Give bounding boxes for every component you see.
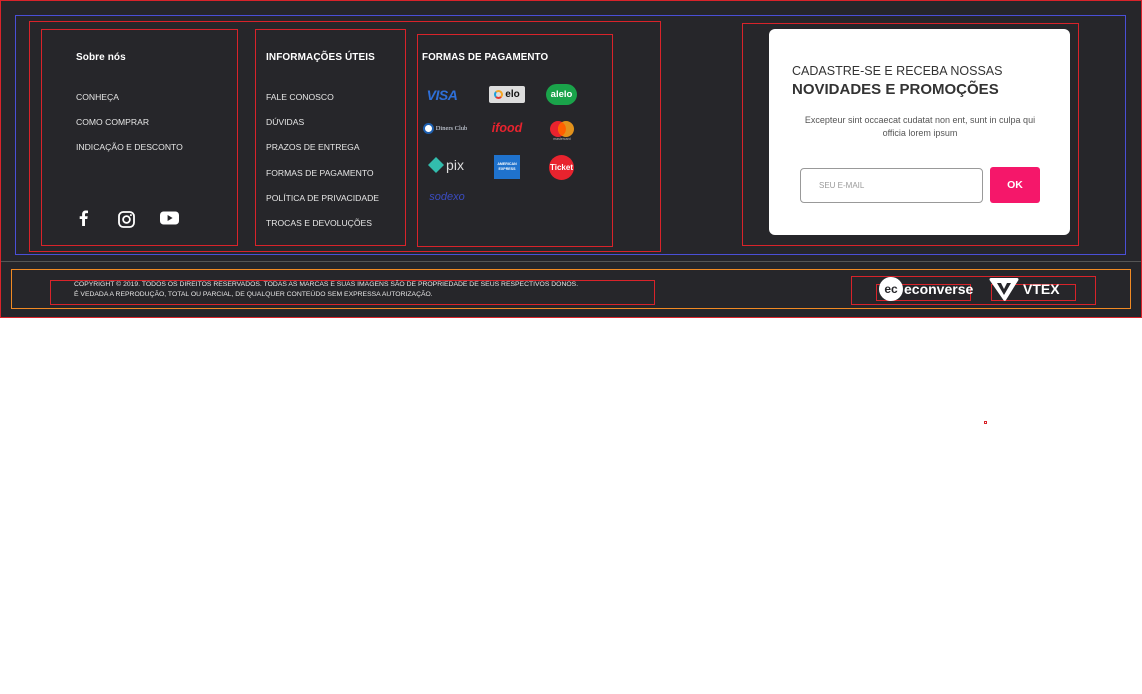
american-express-icon: AMERICAN EXPRESS xyxy=(494,155,520,179)
pix-icon: pix xyxy=(422,155,470,175)
newsletter-submit-button[interactable]: OK xyxy=(990,167,1040,203)
copyright-line1: COPYRIGHT © 2019. TODOS OS DIREITOS RESE… xyxy=(74,281,579,288)
ticket-icon: Ticket xyxy=(549,155,574,180)
link-trocas-devolucoes[interactable]: TROCAS E DEVOLUÇÕES xyxy=(266,218,372,228)
newsletter-card: CADASTRE-SE E RECEBA NOSSAS NOVIDADES E … xyxy=(769,29,1070,235)
link-formas-pagamento[interactable]: FORMAS DE PAGAMENTO xyxy=(266,168,374,178)
youtube-icon[interactable] xyxy=(158,207,180,229)
newsletter-heading-line2: NOVIDADES E PROMOÇÕES xyxy=(792,81,999,98)
newsletter-description: Excepteur sint occaecat cudatat non ent,… xyxy=(804,115,1036,138)
ifood-icon: ifood xyxy=(491,121,523,135)
link-como-comprar[interactable]: COMO COMPRAR xyxy=(76,117,149,127)
vtex-icon xyxy=(989,278,1019,301)
mastercard-icon: mastercard xyxy=(546,118,578,142)
footer-divider xyxy=(1,261,1141,262)
instagram-icon[interactable] xyxy=(115,208,137,230)
vtex-logo[interactable]: VTEX xyxy=(989,277,1060,301)
email-field[interactable] xyxy=(800,168,983,203)
visa-icon: VISA xyxy=(426,87,458,103)
alelo-icon: alelo xyxy=(546,84,577,105)
econverse-logo[interactable]: ec econverse xyxy=(879,276,973,302)
link-duvidas[interactable]: DÚVIDAS xyxy=(266,117,304,127)
debug-dot xyxy=(984,421,987,424)
sodexo-icon: sodexo xyxy=(429,191,465,203)
link-conheca[interactable]: CONHEÇA xyxy=(76,92,119,102)
payment-column-outline xyxy=(417,34,613,247)
about-title: Sobre nós xyxy=(76,52,126,63)
elo-icon: elo xyxy=(489,86,525,103)
diners-club-icon: Diners Club xyxy=(422,120,468,136)
payment-title: FORMAS DE PAGAMENTO xyxy=(422,52,549,63)
newsletter-heading-line1: CADASTRE-SE E RECEBA NOSSAS xyxy=(792,64,1003,78)
info-title: INFORMAÇÕES ÚTEIS xyxy=(266,52,375,63)
site-footer: Sobre nós CONHEÇA COMO COMPRAR INDICAÇÃO… xyxy=(0,0,1142,318)
copyright-text: COPYRIGHT © 2019. TODOS OS DIREITOS RESE… xyxy=(74,280,578,300)
facebook-icon[interactable] xyxy=(72,207,94,229)
link-indicacao-desconto[interactable]: INDICAÇÃO E DESCONTO xyxy=(76,142,183,152)
link-politica-privacidade[interactable]: POLÍTICA DE PRIVACIDADE xyxy=(266,193,379,203)
link-prazos-entrega[interactable]: PRAZOS DE ENTREGA xyxy=(266,142,360,152)
link-fale-conosco[interactable]: FALE CONOSCO xyxy=(266,92,334,102)
about-column-outline xyxy=(41,29,238,246)
copyright-line2: É VEDADA A REPRODUÇÃO, TOTAL OU PARCIAL,… xyxy=(74,291,433,298)
